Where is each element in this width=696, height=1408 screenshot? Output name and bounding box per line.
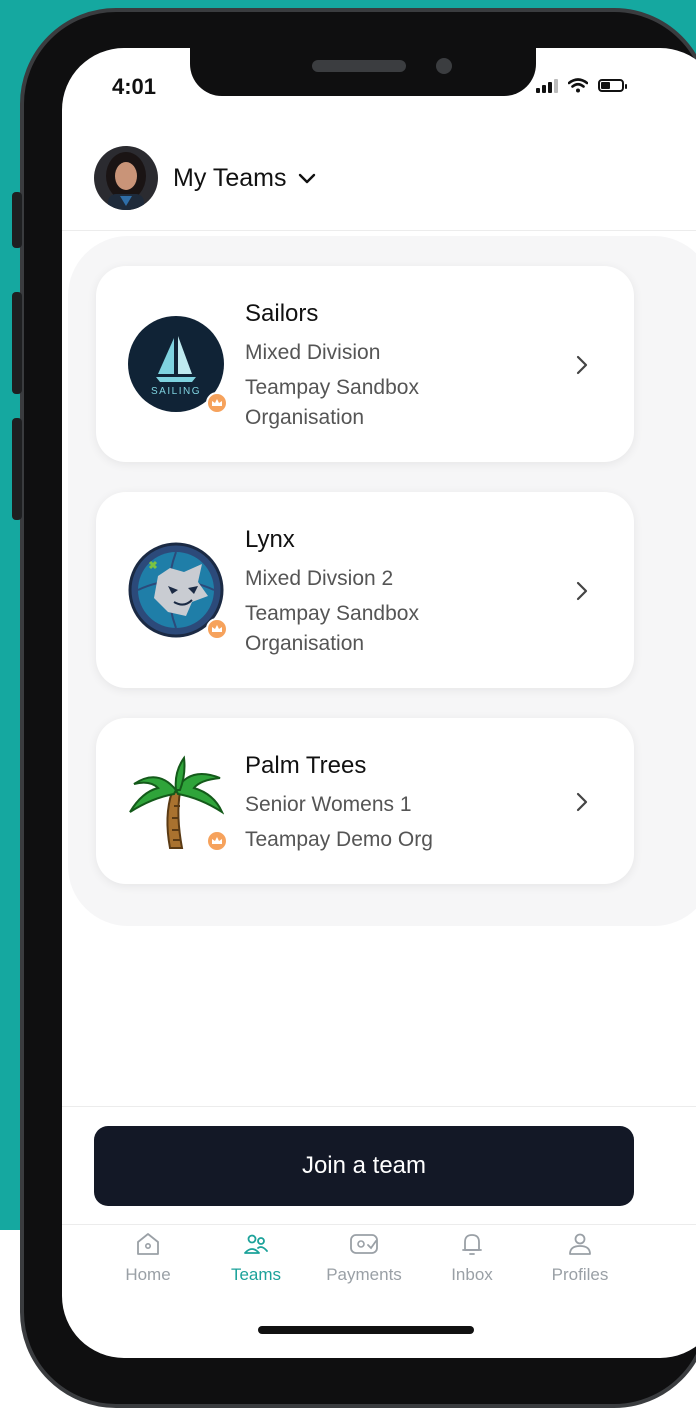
team-organisation: Teampay Sandbox bbox=[245, 602, 419, 625]
phone-screen: 4:01 My Teams SAILING Sailors Mixed Divi… bbox=[62, 48, 696, 1358]
payments-icon bbox=[350, 1234, 378, 1254]
header: My Teams bbox=[62, 140, 696, 231]
speaker bbox=[312, 60, 406, 72]
page-title: My Teams bbox=[173, 164, 287, 192]
crown-badge-icon bbox=[206, 830, 228, 852]
palm-tree-logo bbox=[128, 754, 228, 852]
crown-badge-icon bbox=[206, 392, 228, 414]
phone-side-button bbox=[12, 292, 22, 394]
tab-home[interactable]: Home bbox=[93, 1229, 203, 1299]
status-icons bbox=[536, 78, 627, 93]
tab-label: Inbox bbox=[451, 1265, 493, 1284]
crown-badge-icon bbox=[206, 618, 228, 640]
sailing-logo: SAILING bbox=[128, 316, 228, 414]
chevron-right-icon bbox=[576, 355, 588, 375]
tab-inbox[interactable]: Inbox bbox=[417, 1229, 527, 1299]
phone-side-button bbox=[12, 192, 22, 248]
team-card-sailors[interactable]: SAILING Sailors Mixed Division Teampay S… bbox=[96, 266, 634, 462]
team-name: Lynx bbox=[245, 526, 295, 553]
team-organisation: Teampay Demo Org bbox=[245, 828, 433, 851]
home-icon bbox=[137, 1233, 159, 1255]
tab-bar: Home Teams Payments Inbox Profiles bbox=[62, 1224, 696, 1305]
profile-icon bbox=[569, 1233, 591, 1255]
tab-label: Profiles bbox=[551, 1265, 609, 1284]
team-card-palm-trees[interactable]: Palm Trees Senior Womens 1 Teampay Demo … bbox=[96, 718, 634, 884]
team-division: Senior Womens 1 bbox=[245, 793, 412, 816]
team-organisation: Organisation bbox=[245, 632, 365, 655]
team-name: Sailors bbox=[245, 300, 319, 327]
avatar[interactable] bbox=[94, 146, 158, 210]
bell-icon bbox=[462, 1234, 482, 1255]
notch bbox=[190, 48, 536, 96]
team-card-lynx[interactable]: Lynx Mixed Divsion 2 Teampay Sandbox Org… bbox=[96, 492, 634, 688]
team-name: Palm Trees bbox=[245, 752, 367, 779]
sailing-logo-text: SAILING bbox=[151, 386, 201, 397]
tab-label: Home bbox=[125, 1265, 171, 1284]
team-organisation: Teampay Sandbox bbox=[245, 376, 419, 399]
team-switcher[interactable]: My Teams bbox=[173, 164, 316, 193]
tab-profiles[interactable]: Profiles bbox=[525, 1229, 635, 1299]
tab-label: Payments bbox=[326, 1265, 402, 1284]
phone-side-button bbox=[12, 418, 22, 520]
tab-payments[interactable]: Payments bbox=[309, 1229, 419, 1299]
status-time: 4:01 bbox=[112, 74, 157, 99]
signal-icon bbox=[536, 78, 558, 93]
teams-icon bbox=[244, 1234, 268, 1254]
battery-icon bbox=[598, 79, 627, 92]
tab-label: Teams bbox=[230, 1265, 282, 1284]
team-division: Mixed Divsion 2 bbox=[245, 567, 394, 590]
camera bbox=[436, 58, 452, 74]
team-division: Mixed Division bbox=[245, 341, 381, 364]
chevron-right-icon bbox=[576, 792, 588, 812]
chevron-right-icon bbox=[576, 581, 588, 601]
team-organisation: Organisation bbox=[245, 406, 365, 429]
lynx-logo bbox=[128, 542, 228, 640]
home-indicator bbox=[258, 1326, 474, 1334]
join-team-button[interactable]: Join a team bbox=[94, 1126, 634, 1206]
wifi-icon bbox=[568, 78, 588, 93]
divider bbox=[62, 1106, 696, 1107]
chevron-down-icon bbox=[299, 173, 316, 183]
tab-teams[interactable]: Teams bbox=[201, 1229, 311, 1299]
